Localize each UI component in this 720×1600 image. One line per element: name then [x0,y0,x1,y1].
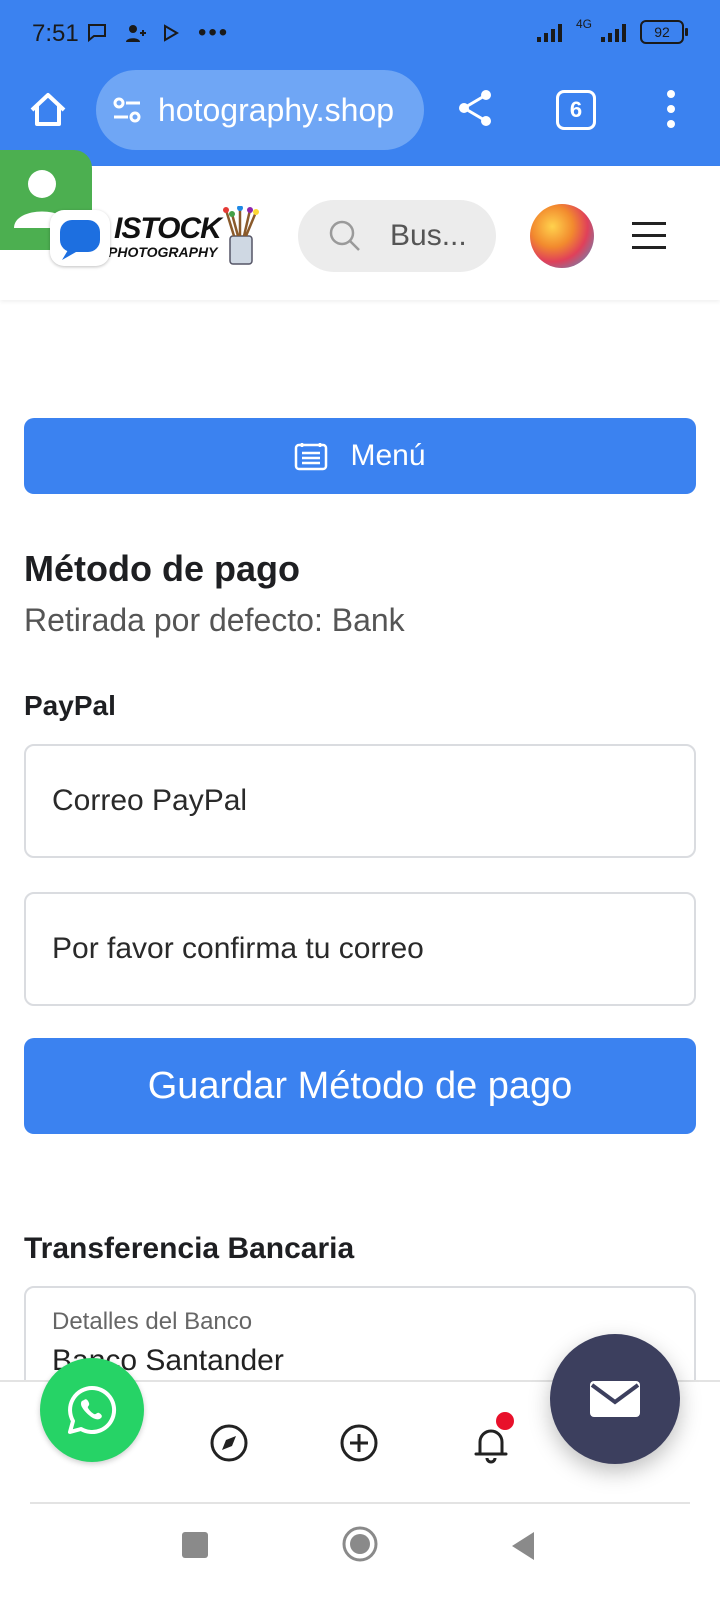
brushes-icon [223,206,259,265]
play-icon [164,24,179,42]
notification-badge [496,1412,514,1430]
paypal-confirm-placeholder: Por favor confirma tu correo [52,932,424,965]
chat-notification-icon [88,24,106,43]
status-notification-icons: ••• [86,19,230,46]
status-time: 7:51 [32,20,79,47]
paypal-email-placeholder: Correo PayPal [52,784,248,817]
share-icon[interactable] [454,86,498,130]
search-placeholder: Bus... [390,219,467,252]
site-logo[interactable]: ISTOCK PHOTOGRAPHY [106,206,264,270]
search-icon [329,220,360,251]
site-search[interactable]: Bus... [298,200,496,272]
url-text[interactable]: hotography.shop [158,92,394,129]
bank-transfer-label: Transferencia Bancaria [24,1232,355,1265]
compass-icon[interactable] [208,1422,250,1464]
paypal-confirm-email-field[interactable]: Por favor confirma tu correo [24,892,696,1006]
whatsapp-icon [68,1385,117,1434]
whatsapp-button[interactable] [40,1358,144,1462]
signal-icon-2 [601,24,626,42]
home-nav-icon[interactable] [342,1526,378,1562]
recents-icon[interactable] [182,1532,208,1558]
menu-button-label: Menú [350,439,426,472]
paypal-label: PayPal [24,690,116,721]
more-notifications-icon: ••• [198,19,230,46]
status-right: 4G 92 [536,17,688,44]
network-type: 4G [575,17,592,31]
tune-icon[interactable] [110,93,144,127]
logo-text: ISTOCK [114,212,222,245]
paypal-email-field[interactable]: Correo PayPal [24,744,696,858]
messages-icon [60,220,100,260]
browser-chrome: 7:51 ••• 4G 92 hotography.shop 6 [0,0,720,166]
save-payment-method-button[interactable]: Guardar Método de pago [24,1038,696,1134]
tabs-icon[interactable]: 6 [556,90,596,130]
browser-toolbar: hotography.shop 6 [0,68,720,164]
mail-icon [590,1381,640,1417]
messages-floating-bubble[interactable] [50,210,110,266]
avatar[interactable] [530,204,594,268]
default-withdrawal-text: Retirada por defecto: Bank [24,602,405,638]
hamburger-menu-icon[interactable] [632,222,666,250]
more-vert-icon[interactable] [656,86,686,132]
url-bar[interactable]: hotography.shop [96,70,424,150]
home-icon[interactable] [26,88,70,132]
menu-list-icon [295,443,328,471]
bank-details-caption: Detalles del Banco [52,1308,253,1335]
menu-button[interactable]: Menú [24,418,696,494]
system-nav-bar [0,1504,720,1600]
back-icon[interactable] [508,1530,538,1562]
mail-button[interactable] [550,1334,680,1464]
add-circle-icon[interactable] [338,1422,380,1464]
logo-subtext: PHOTOGRAPHY [108,244,218,260]
battery-indicator: 92 [640,20,688,44]
person-add-icon [126,25,146,42]
status-bar: 7:51 ••• 4G 92 [0,0,720,68]
page-title: Método de pago [24,548,300,589]
signal-icon [536,24,562,42]
